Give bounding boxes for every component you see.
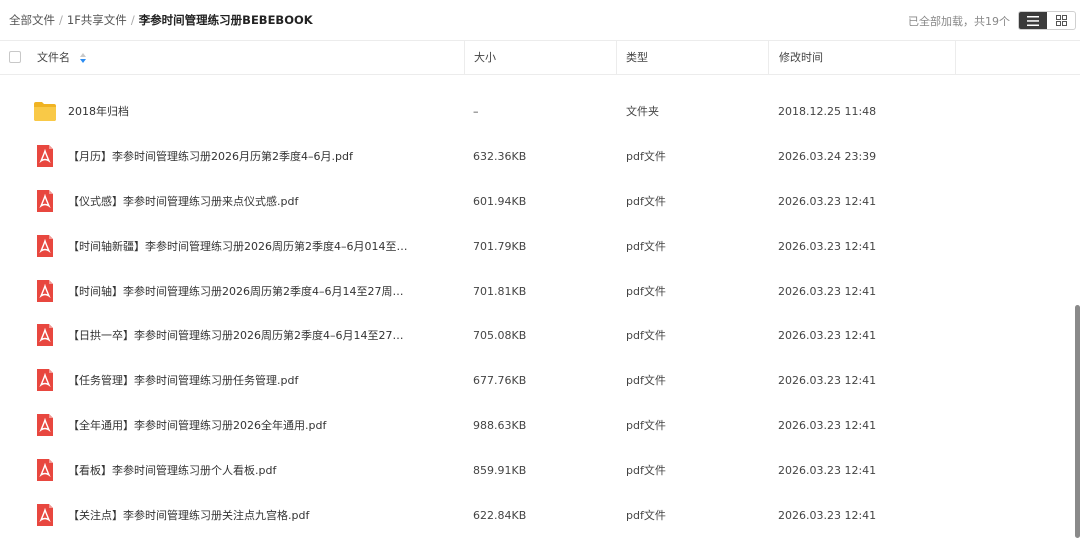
file-name[interactable]: 2018年归档 <box>68 89 129 134</box>
file-size: 622.84KB <box>473 509 527 522</box>
column-header-size[interactable]: 大小 <box>474 41 496 74</box>
column-divider <box>464 41 465 74</box>
list-view-icon <box>1027 15 1039 26</box>
file-mtime: 2026.03.23 12:41 <box>778 329 877 342</box>
pdf-icon <box>33 280 57 302</box>
breadcrumb-separator: / <box>130 13 135 27</box>
file-mtime: 2026.03.23 12:41 <box>778 464 877 477</box>
breadcrumb-shared-files[interactable]: 1F共享文件 <box>67 13 127 27</box>
file-name[interactable]: 【仪式感】李参时间管理练习册来点仪式感.pdf <box>68 179 298 224</box>
column-header-mtime[interactable]: 修改时间 <box>779 41 823 74</box>
file-name[interactable]: 【全年通用】李参时间管理练习册2026全年通用.pdf <box>68 403 326 448</box>
file-size: 601.94KB <box>473 195 527 208</box>
pdf-icon <box>33 324 57 346</box>
pdf-icon <box>33 414 57 436</box>
file-type: pdf文件 <box>626 464 666 477</box>
pdf-icon <box>33 504 57 526</box>
table-header: 文件名 大小 类型 修改时间 <box>0 40 1080 75</box>
grid-view-icon <box>1055 15 1067 26</box>
top-bar: 全部文件/1F共享文件 / 李参时间管理练习册BEBEBOOK 已全部加载，共19个 <box>0 0 1080 40</box>
pdf-icon <box>33 190 57 212</box>
file-name[interactable]: 【日拱一卒】李参时间管理练习册2026周历第2季度4–6月14至27… <box>68 313 403 358</box>
file-size: 988.63KB <box>473 419 527 432</box>
file-row-pdf[interactable]: 【月历】李参时间管理练习册2026月历第2季度4–6月.pdf 632.36KB… <box>0 134 1060 179</box>
file-mtime: 2026.03.24 23:39 <box>778 150 877 163</box>
file-mtime: 2018.12.25 11:48 <box>778 105 877 118</box>
list-view-button[interactable] <box>1019 12 1047 29</box>
file-row-pdf[interactable]: 【全年通用】李参时间管理练习册2026全年通用.pdf 988.63KB pdf… <box>0 403 1060 448</box>
file-type: pdf文件 <box>626 419 666 432</box>
pdf-icon <box>33 459 57 481</box>
file-row-folder[interactable]: 2018年归档 – 文件夹 2018.12.25 11:48 <box>0 89 1060 134</box>
file-row-pdf[interactable]: 【日拱一卒】李参时间管理练习册2026周历第2季度4–6月14至27… 705.… <box>0 313 1060 358</box>
file-type: pdf文件 <box>626 150 666 163</box>
file-size: 705.08KB <box>473 329 527 342</box>
file-type: pdf文件 <box>626 509 666 522</box>
sort-icon[interactable] <box>79 53 86 63</box>
file-size: – <box>473 105 479 118</box>
file-name[interactable]: 【月历】李参时间管理练习册2026月历第2季度4–6月.pdf <box>68 134 353 179</box>
file-name[interactable]: 【任务管理】李参时间管理练习册任务管理.pdf <box>68 358 298 403</box>
loaded-status: 已全部加载，共19个 <box>908 15 1010 28</box>
file-type: pdf文件 <box>626 195 666 208</box>
column-divider <box>955 41 956 74</box>
file-name[interactable]: 【时间轴】李参时间管理练习册2026周历第2季度4–6月14至27周… <box>68 269 403 314</box>
file-name[interactable]: 【看板】李参时间管理练习册个人看板.pdf <box>68 448 276 493</box>
file-row-pdf[interactable]: 【看板】李参时间管理练习册个人看板.pdf 859.91KB pdf文件 202… <box>0 448 1060 493</box>
file-type: pdf文件 <box>626 285 666 298</box>
file-size: 701.81KB <box>473 285 527 298</box>
file-type: pdf文件 <box>626 329 666 342</box>
file-size: 859.91KB <box>473 464 527 477</box>
column-divider <box>768 41 769 74</box>
column-header-type[interactable]: 类型 <box>626 41 648 74</box>
file-type: pdf文件 <box>626 374 666 387</box>
breadcrumb-separator: / <box>59 13 63 27</box>
pdf-icon <box>33 235 57 257</box>
file-mtime: 2026.03.23 12:41 <box>778 195 877 208</box>
file-mtime: 2026.03.23 12:41 <box>778 509 877 522</box>
pdf-icon <box>33 145 57 167</box>
file-type: 文件夹 <box>626 105 659 118</box>
file-mtime: 2026.03.23 12:41 <box>778 419 877 432</box>
file-row-pdf[interactable]: 【时间轴】李参时间管理练习册2026周历第2季度4–6月14至27周… 701.… <box>0 269 1060 314</box>
file-size: 677.76KB <box>473 374 527 387</box>
file-row-pdf[interactable]: 【仪式感】李参时间管理练习册来点仪式感.pdf 601.94KB pdf文件 2… <box>0 179 1060 224</box>
column-header-name[interactable]: 文件名 <box>37 41 86 74</box>
file-row-pdf[interactable]: 【关注点】李参时间管理练习册关注点九宫格.pdf 622.84KB pdf文件 … <box>0 493 1060 538</box>
select-all-checkbox[interactable] <box>9 51 21 63</box>
file-mtime: 2026.03.23 12:41 <box>778 240 877 253</box>
view-toggle <box>1018 11 1076 30</box>
file-mtime: 2026.03.23 12:41 <box>778 374 877 387</box>
breadcrumb-current-folder: 李参时间管理练习册BEBEBOOK <box>138 13 313 27</box>
file-row-pdf[interactable]: 【任务管理】李参时间管理练习册任务管理.pdf 677.76KB pdf文件 2… <box>0 358 1060 403</box>
file-name[interactable]: 【关注点】李参时间管理练习册关注点九宫格.pdf <box>68 493 309 538</box>
breadcrumb: 全部文件/1F共享文件 / 李参时间管理练习册BEBEBOOK <box>9 12 313 28</box>
folder-icon <box>33 100 57 122</box>
file-name[interactable]: 【时间轴新疆】李参时间管理练习册2026周历第2季度4–6月014至… <box>68 224 407 269</box>
file-size: 701.79KB <box>473 240 527 253</box>
column-header-name-label: 文件名 <box>37 51 70 64</box>
pdf-icon <box>33 369 57 391</box>
grid-view-button[interactable] <box>1047 12 1075 29</box>
file-type: pdf文件 <box>626 240 666 253</box>
file-row-pdf[interactable]: 【时间轴新疆】李参时间管理练习册2026周历第2季度4–6月014至… 701.… <box>0 224 1060 269</box>
breadcrumb-all-files[interactable]: 全部文件 <box>9 13 55 27</box>
vertical-scrollbar[interactable] <box>1075 305 1080 538</box>
column-divider <box>616 41 617 74</box>
file-size: 632.36KB <box>473 150 527 163</box>
file-mtime: 2026.03.23 12:41 <box>778 285 877 298</box>
